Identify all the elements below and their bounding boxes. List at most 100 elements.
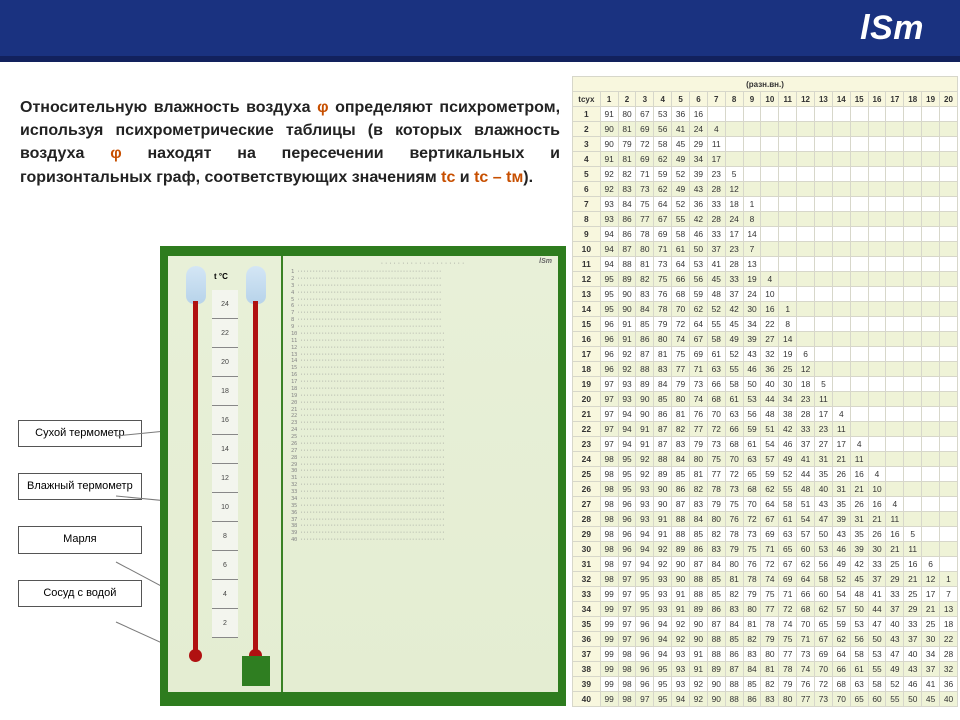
cell — [886, 317, 904, 332]
cell — [743, 152, 761, 167]
cell — [904, 182, 922, 197]
row-lead: 6 — [573, 182, 601, 197]
cell — [797, 227, 815, 242]
cell: 90 — [672, 557, 690, 572]
tick: 8 — [212, 522, 238, 551]
cell: 49 — [672, 182, 690, 197]
cell: 59 — [761, 467, 779, 482]
cell: 61 — [850, 662, 868, 677]
cell — [761, 167, 779, 182]
cell: 54 — [832, 587, 850, 602]
cell: 62 — [815, 602, 833, 617]
cell: 96 — [600, 362, 618, 377]
cell: 82 — [672, 422, 690, 437]
cell — [886, 332, 904, 347]
cell — [940, 122, 958, 137]
cell: 86 — [636, 332, 654, 347]
row-lead: 12 — [573, 272, 601, 287]
cell: 48 — [850, 587, 868, 602]
cell: 69 — [761, 527, 779, 542]
cell — [850, 167, 868, 182]
cell — [868, 257, 886, 272]
cell: 90 — [600, 137, 618, 152]
cell — [886, 362, 904, 377]
cell: 67 — [654, 212, 672, 227]
cell: 91 — [618, 317, 636, 332]
cell: 64 — [689, 317, 707, 332]
cell: 98 — [600, 542, 618, 557]
cell: 89 — [672, 542, 690, 557]
cell — [797, 212, 815, 227]
cell: 73 — [797, 647, 815, 662]
cell — [886, 152, 904, 167]
cell — [832, 392, 850, 407]
cell: 63 — [725, 407, 743, 422]
cell: 75 — [707, 452, 725, 467]
cell: 98 — [618, 692, 636, 707]
cell: 49 — [725, 332, 743, 347]
cell: 32 — [940, 662, 958, 677]
cell: 46 — [832, 542, 850, 557]
figure-brand: lSm — [539, 258, 552, 265]
row-lead: 23 — [573, 437, 601, 452]
cell: 64 — [832, 647, 850, 662]
cell — [940, 422, 958, 437]
cell: 35 — [815, 467, 833, 482]
cell: 41 — [672, 122, 690, 137]
cell: 60 — [868, 692, 886, 707]
cell: 37 — [886, 602, 904, 617]
cell — [904, 482, 922, 497]
cell: 98 — [618, 647, 636, 662]
cell: 23 — [797, 392, 815, 407]
cell: 99 — [600, 602, 618, 617]
cell: 26 — [868, 527, 886, 542]
cell: 82 — [707, 527, 725, 542]
cell — [904, 452, 922, 467]
cell: 84 — [725, 617, 743, 632]
cell: 16 — [904, 557, 922, 572]
cell: 73 — [815, 692, 833, 707]
cell — [743, 137, 761, 152]
cell: 71 — [761, 542, 779, 557]
cell: 43 — [689, 182, 707, 197]
cell — [904, 422, 922, 437]
cell — [850, 137, 868, 152]
cell: 4 — [761, 272, 779, 287]
cell — [779, 152, 797, 167]
cell: 37 — [707, 242, 725, 257]
cell: 90 — [618, 287, 636, 302]
cell: 61 — [743, 437, 761, 452]
cell: 76 — [797, 677, 815, 692]
cell: 43 — [886, 632, 904, 647]
cell — [868, 242, 886, 257]
cell — [815, 257, 833, 272]
cell: 4 — [868, 467, 886, 482]
cell: 95 — [600, 302, 618, 317]
cell: 92 — [654, 542, 672, 557]
cell: 97 — [618, 587, 636, 602]
cell: 93 — [672, 647, 690, 662]
cell: 67 — [689, 332, 707, 347]
cell: 91 — [672, 602, 690, 617]
cell: 90 — [600, 122, 618, 137]
cell: 41 — [707, 257, 725, 272]
cell: 94 — [654, 647, 672, 662]
cell: 53 — [815, 542, 833, 557]
cell — [815, 272, 833, 287]
cell — [922, 197, 940, 212]
cell: 73 — [636, 182, 654, 197]
row-lead: 4 — [573, 152, 601, 167]
cell: 93 — [618, 392, 636, 407]
cell — [815, 122, 833, 137]
cell — [815, 197, 833, 212]
cell — [832, 212, 850, 227]
cell: 97 — [600, 422, 618, 437]
cell: 24 — [725, 212, 743, 227]
cell: 35 — [850, 527, 868, 542]
cell — [850, 107, 868, 122]
cell — [940, 362, 958, 377]
cell: 94 — [600, 257, 618, 272]
cell: 96 — [600, 347, 618, 362]
cell: 80 — [743, 602, 761, 617]
cell: 97 — [600, 407, 618, 422]
